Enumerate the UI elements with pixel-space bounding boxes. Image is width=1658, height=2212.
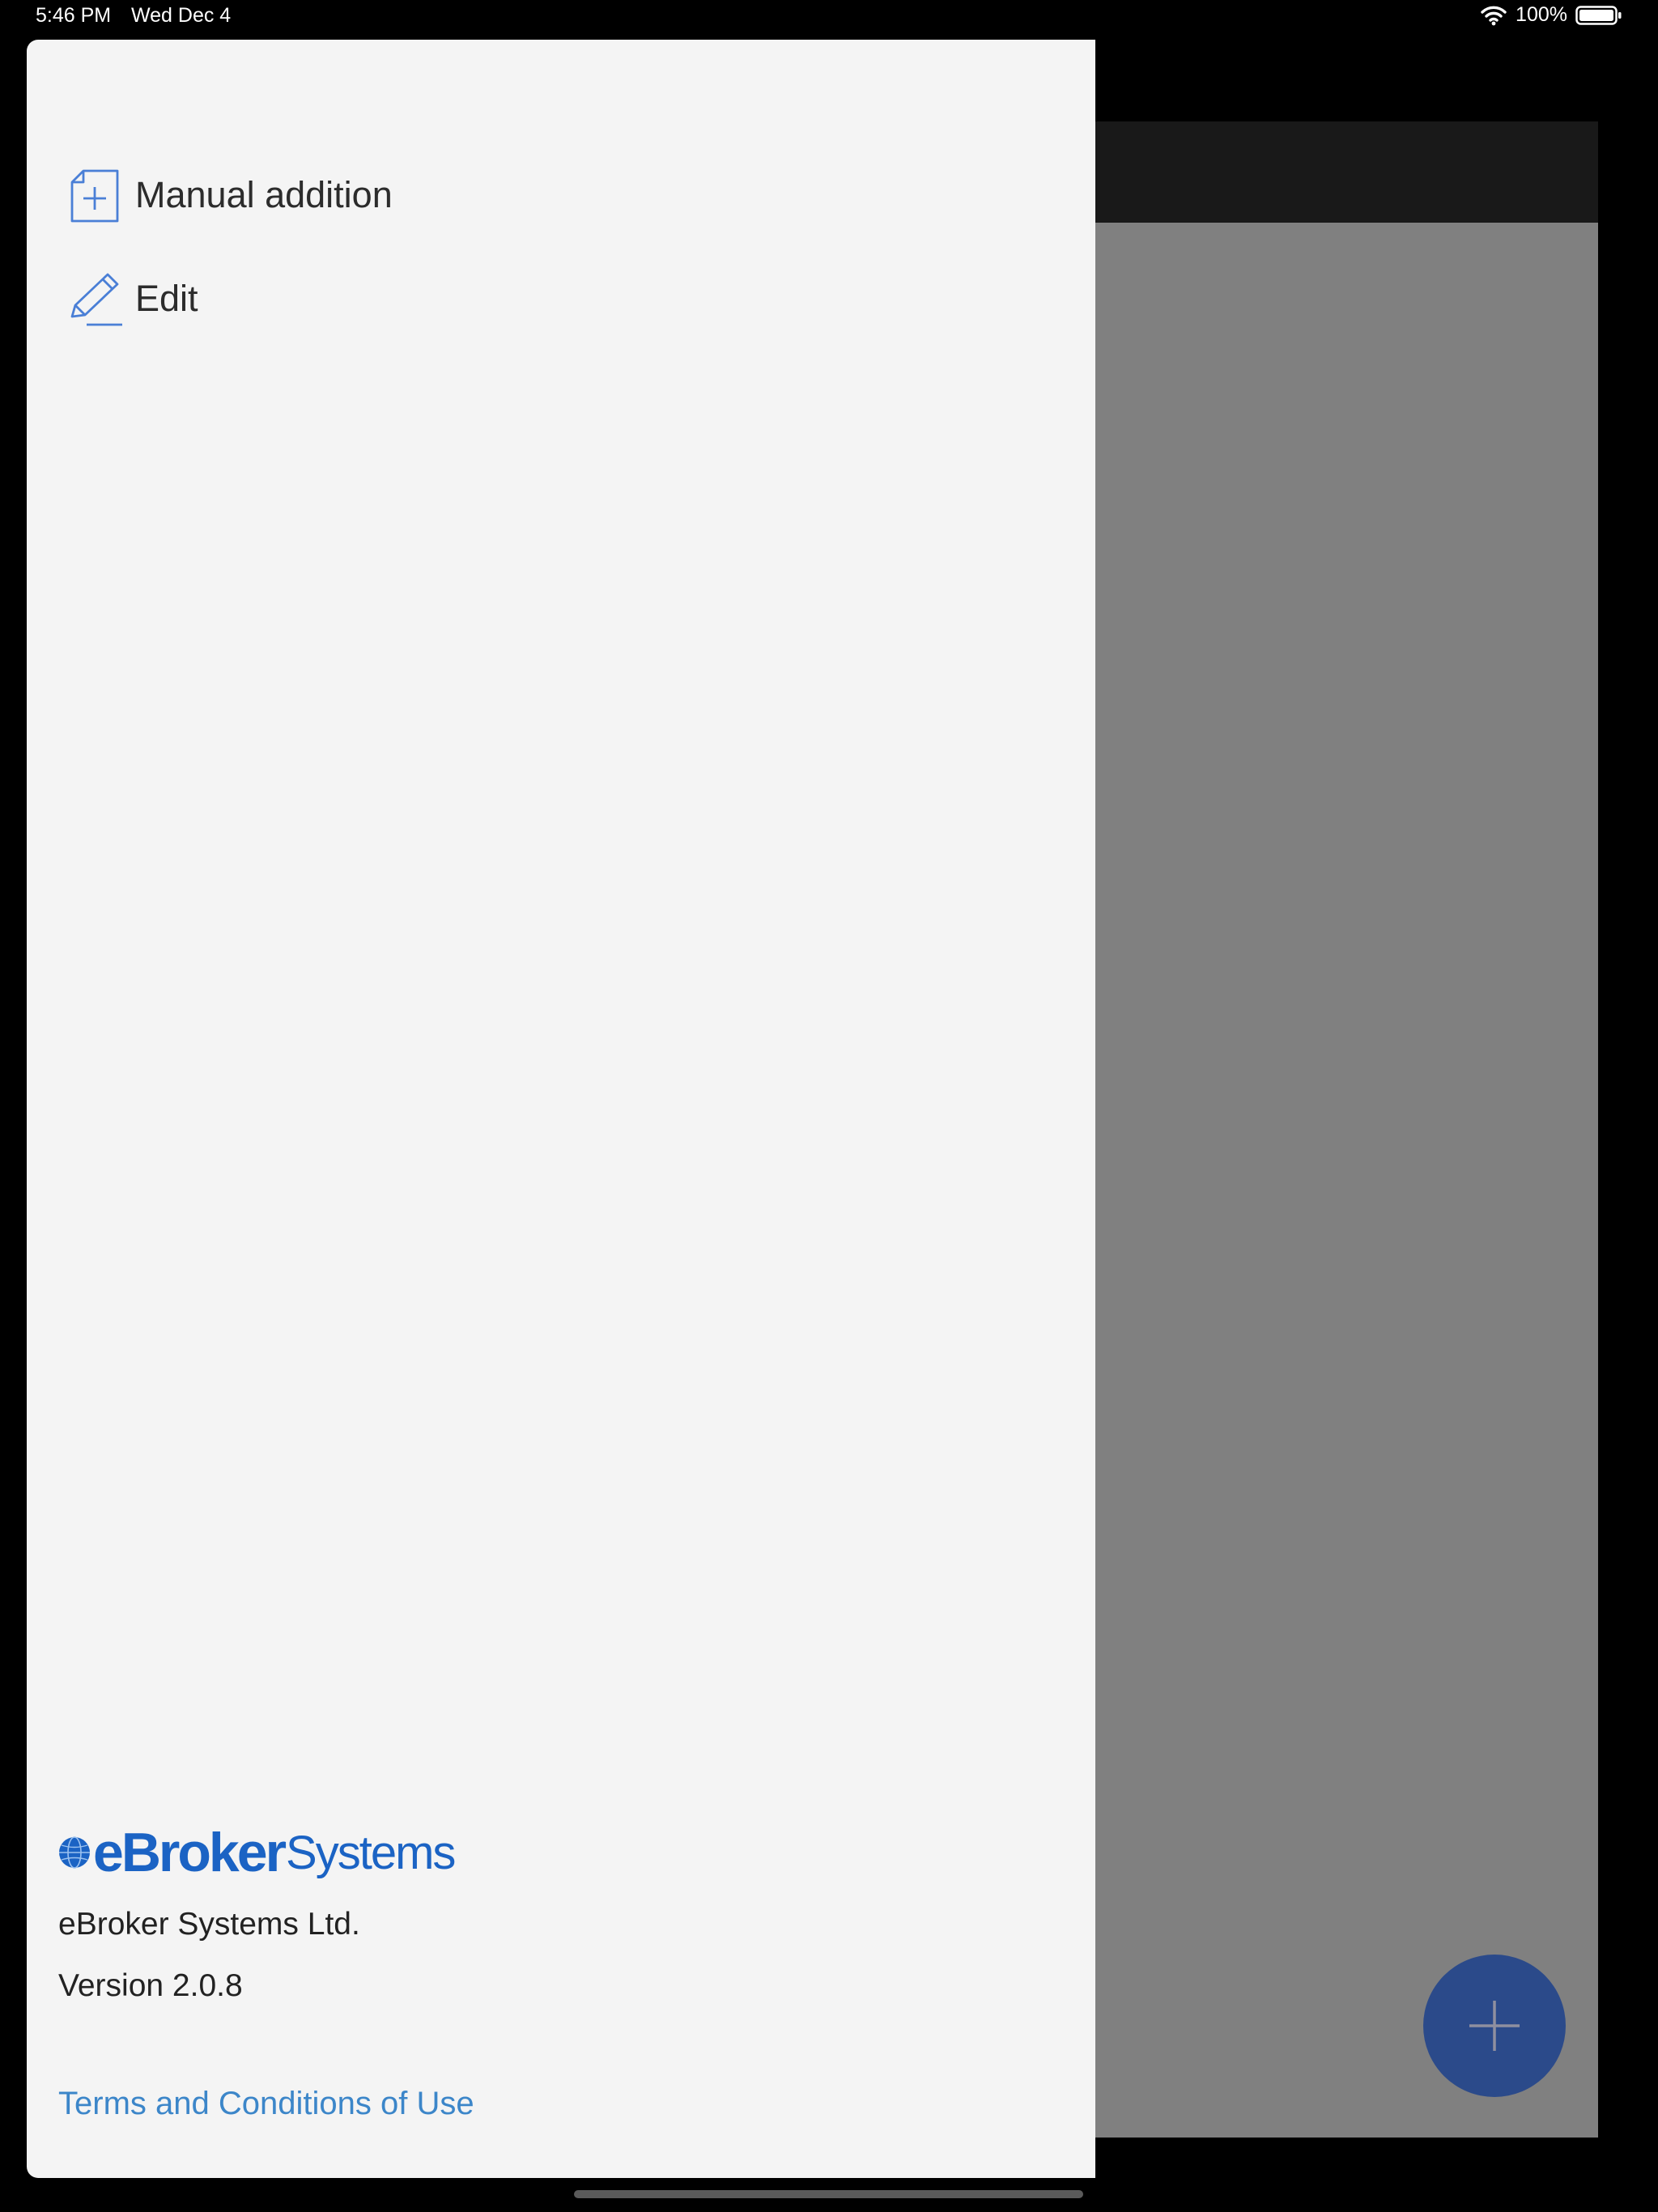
battery-icon: [1575, 5, 1622, 26]
wifi-icon: [1480, 5, 1507, 26]
menu-item-edit[interactable]: Edit: [66, 266, 198, 331]
pencil-icon: [66, 270, 124, 328]
status-bar: 5:46 PM Wed Dec 4 100%: [0, 0, 1658, 34]
home-indicator[interactable]: [574, 2190, 1083, 2198]
screen: 5:46 PM Wed Dec 4 100% Manual addition E…: [0, 0, 1658, 2212]
add-button[interactable]: [1423, 1955, 1566, 2097]
menu-label-manual-addition: Manual addition: [135, 174, 393, 215]
logo-word-broker: eBroker: [93, 1822, 287, 1883]
plus-icon: [1469, 2001, 1520, 2051]
status-date: Wed Dec 4: [131, 4, 232, 27]
ebroker-logo: eBroker Systems: [57, 1821, 456, 1884]
status-time: 5:46 PM: [36, 4, 112, 27]
globe-icon: [57, 1836, 93, 1870]
side-drawer: Manual addition Edit eBroker Systems eBr…: [27, 40, 1095, 2178]
company-name: eBroker Systems Ltd.: [58, 1907, 360, 1942]
version-text: Version 2.0.8: [58, 1968, 243, 2003]
terms-link[interactable]: Terms and Conditions of Use: [58, 2086, 474, 2122]
battery-percent: 100%: [1516, 3, 1567, 26]
menu-label-edit: Edit: [135, 278, 198, 319]
logo-word-systems: Systems: [286, 1826, 456, 1879]
status-indicators: 100%: [1480, 3, 1622, 27]
menu-item-manual-addition[interactable]: Manual addition: [66, 163, 393, 228]
document-plus-icon: [66, 166, 124, 224]
